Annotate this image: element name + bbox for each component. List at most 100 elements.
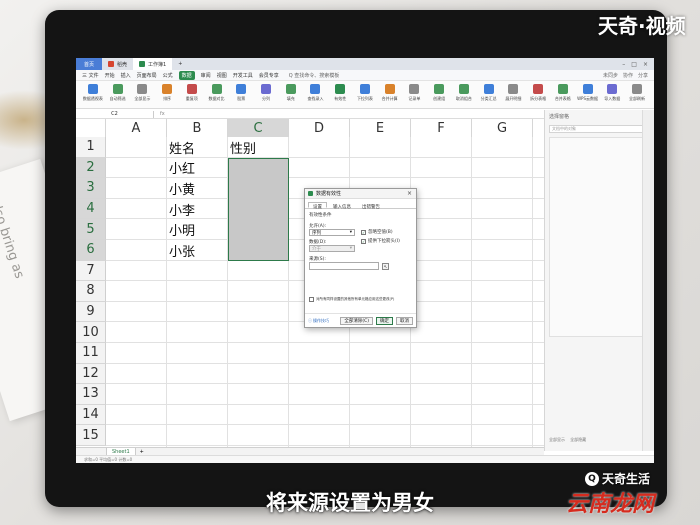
range-picker-icon[interactable]: ↖ bbox=[382, 262, 389, 270]
menu-review[interactable]: 审阅 bbox=[201, 72, 211, 79]
cell-b5[interactable]: 小明 bbox=[167, 219, 228, 240]
tab-input-message[interactable]: 输入信息 bbox=[328, 202, 356, 210]
row-header-8[interactable]: 8 bbox=[76, 281, 106, 302]
ribbon-button[interactable]: 展开明细 bbox=[502, 84, 524, 102]
ribbon-tool-icon bbox=[434, 84, 445, 94]
menu-view[interactable]: 视图 bbox=[217, 72, 227, 79]
ribbon-button[interactable]: 重复项 bbox=[181, 84, 203, 102]
cell-b1[interactable]: 姓名 bbox=[167, 137, 228, 158]
menu-data[interactable]: 数据 bbox=[178, 70, 195, 80]
ribbon-button[interactable]: 股票 bbox=[230, 84, 252, 102]
ribbon-button[interactable]: 创建组 bbox=[428, 84, 450, 102]
tab-error-alert[interactable]: 出错警告 bbox=[357, 202, 385, 210]
row-header-7[interactable]: 7 bbox=[76, 260, 106, 282]
ribbon-button[interactable]: 分类汇总 bbox=[478, 84, 500, 102]
ok-button[interactable]: 确定 bbox=[376, 316, 393, 325]
dialog-close-icon[interactable]: × bbox=[407, 190, 416, 197]
row-header-4[interactable]: 4 bbox=[76, 198, 106, 220]
collaborate-button[interactable]: 协作 bbox=[623, 72, 633, 79]
ribbon-button[interactable]: 取消组合 bbox=[453, 84, 475, 102]
ribbon-button[interactable]: 填充 bbox=[280, 84, 302, 102]
tips-link[interactable]: ⓘ 操作技巧 bbox=[308, 318, 329, 324]
tab-home[interactable]: 首页 bbox=[76, 58, 102, 70]
minimize-icon[interactable]: – bbox=[622, 61, 625, 68]
show-all-button[interactable]: 全部显示 bbox=[549, 437, 565, 442]
column-header-c[interactable]: C bbox=[228, 119, 289, 137]
cell-b4[interactable]: 小李 bbox=[167, 199, 228, 220]
right-sidebar-strip[interactable] bbox=[642, 110, 654, 451]
tab-settings[interactable]: 设置 bbox=[308, 202, 327, 210]
row-header-9[interactable]: 9 bbox=[76, 301, 106, 323]
selected-range[interactable] bbox=[228, 157, 289, 261]
row-header-6[interactable]: 6 bbox=[76, 240, 106, 261]
cell-b6[interactable]: 小张 bbox=[167, 240, 228, 261]
column-header-a[interactable]: A bbox=[106, 119, 167, 137]
column-header-b[interactable]: B bbox=[167, 119, 228, 137]
name-box[interactable]: C2 bbox=[76, 110, 154, 118]
add-sheet-button[interactable]: + bbox=[140, 449, 144, 455]
ribbon-button[interactable]: 查找录入 bbox=[305, 84, 327, 102]
menu-member[interactable]: 会员专享 bbox=[259, 72, 279, 79]
ribbon-button[interactable]: 分列 bbox=[255, 84, 277, 102]
selection-pane-search[interactable]: 文档中的对象 bbox=[549, 125, 650, 133]
ribbon-button[interactable]: 下拉列表 bbox=[354, 84, 376, 102]
column-header-f[interactable]: F bbox=[411, 119, 472, 137]
tab-docer[interactable]: 稻壳 bbox=[102, 58, 133, 70]
ribbon-button[interactable]: 排序 bbox=[156, 84, 178, 102]
source-input[interactable] bbox=[309, 262, 379, 270]
clear-all-button[interactable]: 全部清除(C) bbox=[340, 316, 373, 325]
row-header-15[interactable]: 15 bbox=[76, 425, 106, 446]
cancel-button[interactable]: 取消 bbox=[396, 316, 413, 325]
ribbon-button[interactable]: 有效性 bbox=[329, 84, 351, 102]
column-header-d[interactable]: D bbox=[289, 119, 350, 137]
menu-page-layout[interactable]: 页面布局 bbox=[137, 72, 157, 79]
close-icon[interactable]: × bbox=[643, 61, 648, 68]
sync-status[interactable]: 未同步 bbox=[603, 72, 618, 79]
ribbon-button[interactable]: 导入数据 bbox=[601, 84, 623, 102]
row-header-1[interactable]: 1 bbox=[76, 137, 106, 158]
cell-b3[interactable]: 小黄 bbox=[167, 178, 228, 199]
brand-small-text: 天奇生活 bbox=[602, 472, 651, 486]
dropdown-arrow-checkbox[interactable]: ✓ 提供下拉箭头(I) bbox=[361, 238, 400, 244]
fx-icon[interactable]: fx bbox=[154, 111, 165, 117]
row-header-3[interactable]: 3 bbox=[76, 178, 106, 199]
ignore-blank-checkbox[interactable]: ✓ 忽略空值(B) bbox=[361, 229, 400, 235]
ribbon-button[interactable]: 数据对比 bbox=[206, 84, 228, 102]
allow-select[interactable]: 序列 ▾ bbox=[309, 229, 355, 236]
cell-c1[interactable]: 性别 bbox=[228, 137, 289, 158]
hide-all-button[interactable]: 全部隐藏 bbox=[570, 437, 586, 442]
row-header-5[interactable]: 5 bbox=[76, 219, 106, 240]
new-tab-button[interactable]: + bbox=[172, 58, 188, 70]
apply-all-checkbox[interactable]: 对所有同样设置的其他所有单元格应用这些更改(P) bbox=[309, 297, 414, 302]
validation-criteria-heading: 有效性条件 bbox=[309, 213, 332, 218]
menu-developer[interactable]: 开发工具 bbox=[233, 72, 253, 79]
ribbon-button[interactable]: 合并计算 bbox=[379, 84, 401, 102]
ribbon-button[interactable]: WPS云数据 bbox=[577, 84, 599, 102]
share-button[interactable]: 分享 bbox=[638, 72, 648, 79]
row-header-10[interactable]: 10 bbox=[76, 322, 106, 343]
ribbon-button[interactable]: 记录单 bbox=[404, 84, 426, 102]
cell-b2[interactable]: 小红 bbox=[167, 158, 228, 179]
ribbon-button[interactable]: 合并表格 bbox=[552, 84, 574, 102]
row-header-13[interactable]: 13 bbox=[76, 384, 106, 405]
tab-workbook[interactable]: 工作簿1 bbox=[133, 58, 173, 70]
maximize-icon[interactable]: □ bbox=[631, 61, 637, 68]
command-search[interactable]: Q 查找命令、搜索模板 bbox=[289, 72, 340, 79]
selection-pane-list[interactable] bbox=[549, 137, 650, 337]
row-header-14[interactable]: 14 bbox=[76, 404, 106, 426]
ribbon-button[interactable]: 全部显示 bbox=[131, 84, 153, 102]
ribbon-button[interactable]: 全部刷新 bbox=[626, 84, 648, 102]
select-all-corner[interactable] bbox=[76, 119, 106, 137]
menu-file[interactable]: 三 文件 bbox=[82, 72, 99, 79]
row-header-11[interactable]: 11 bbox=[76, 343, 106, 364]
menu-formula[interactable]: 公式 bbox=[163, 72, 173, 79]
row-header-12[interactable]: 12 bbox=[76, 363, 106, 385]
column-header-g[interactable]: G bbox=[472, 119, 533, 137]
menu-home[interactable]: 开始 bbox=[105, 72, 115, 79]
menu-insert[interactable]: 插入 bbox=[121, 72, 131, 79]
column-header-e[interactable]: E bbox=[350, 119, 411, 137]
ribbon-button[interactable]: 自动筛选 bbox=[107, 84, 129, 102]
ribbon-button[interactable]: 数据透视表 bbox=[82, 84, 104, 102]
row-header-2[interactable]: 2 bbox=[76, 157, 106, 179]
ribbon-button[interactable]: 拆分表格 bbox=[527, 84, 549, 102]
